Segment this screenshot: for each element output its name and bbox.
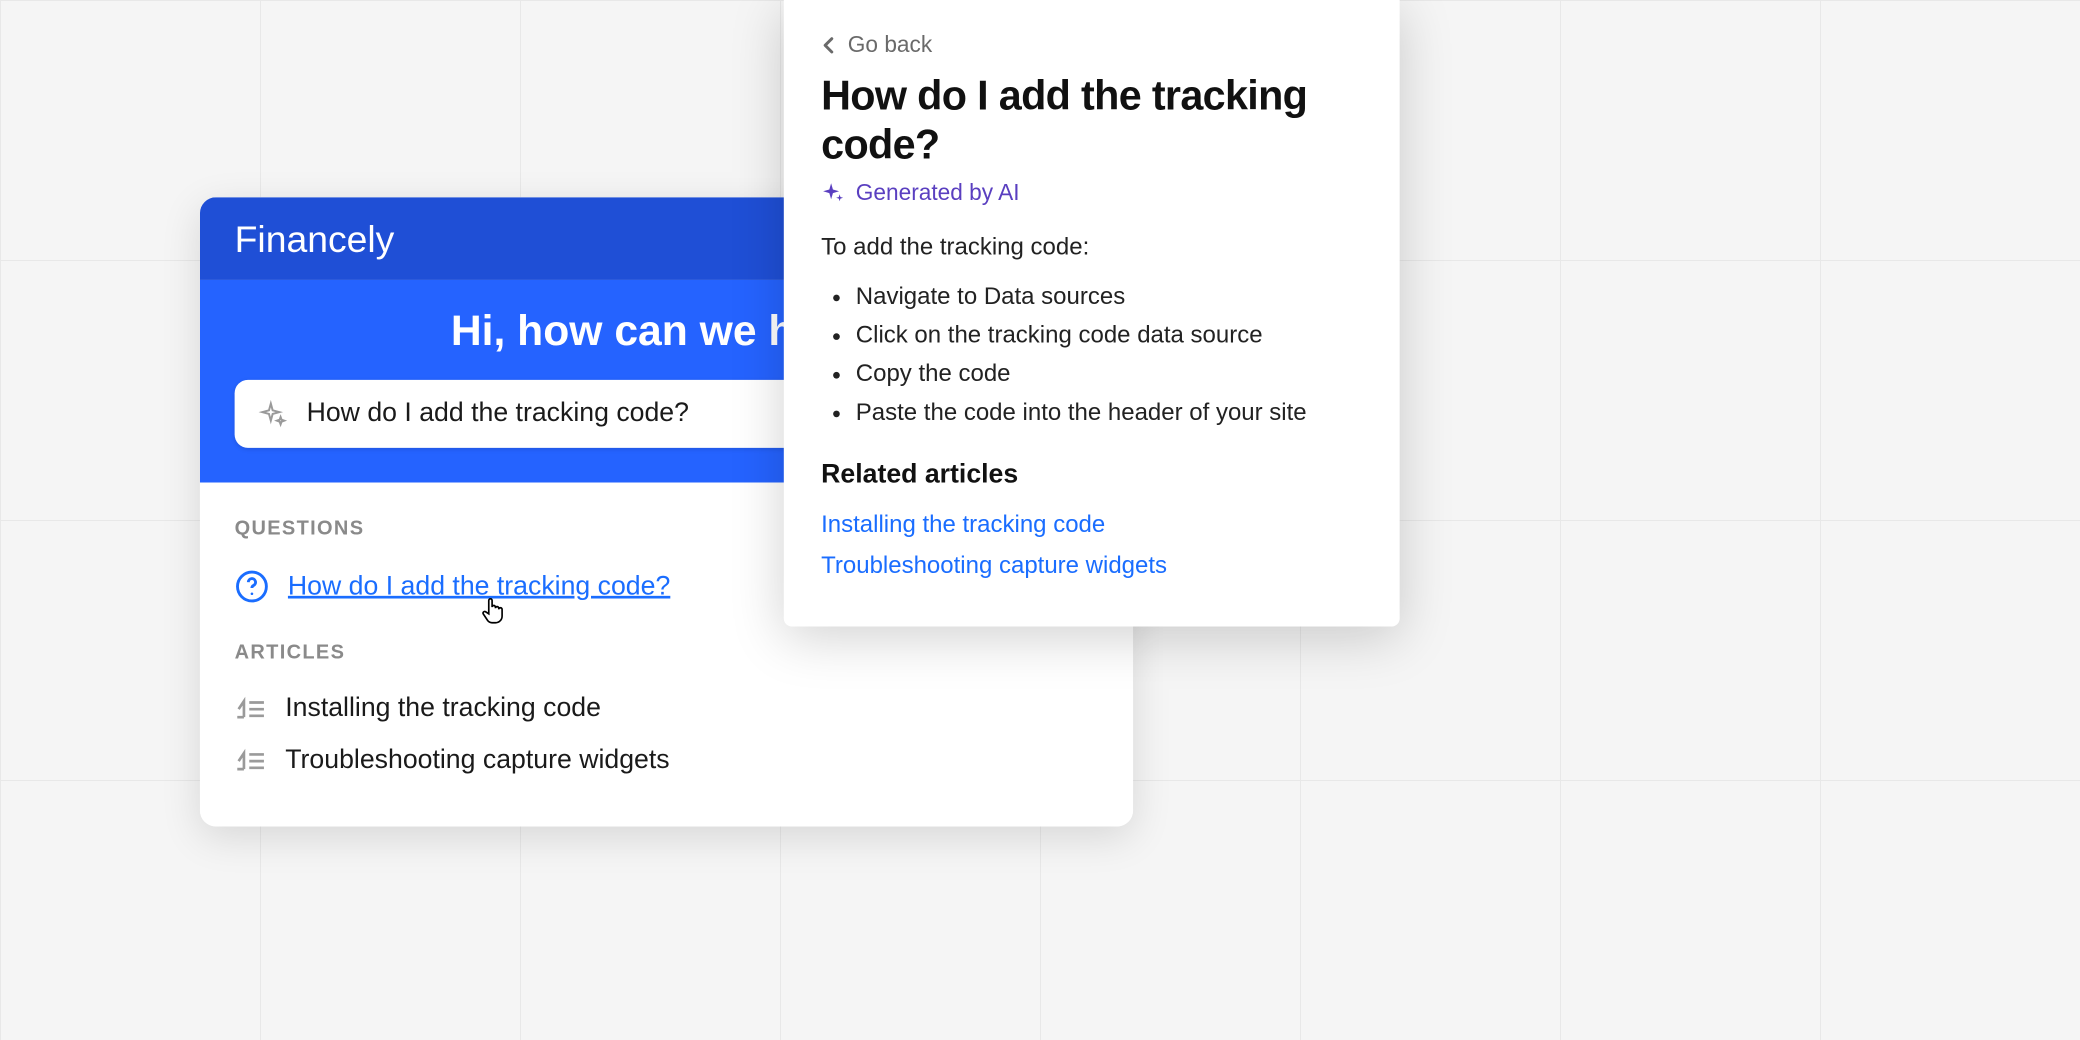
sparkle-icon [821, 181, 845, 205]
search-query-text: How do I add the tracking code? [307, 399, 689, 430]
go-back-button[interactable]: Go back [821, 32, 1362, 59]
go-back-label: Go back [848, 32, 932, 59]
brand-name: Financely [235, 219, 395, 260]
article-link-text: Installing the tracking code [285, 693, 601, 724]
article-item[interactable]: Troubleshooting capture widgets [235, 734, 1099, 786]
chevron-left-icon [821, 36, 837, 55]
related-article-link[interactable]: Troubleshooting capture widgets [821, 545, 1362, 586]
ai-step: Paste the code into the header of your s… [856, 393, 1363, 431]
question-mark-circle-icon [235, 569, 270, 604]
ai-generated-badge: Generated by AI [821, 180, 1362, 207]
article-link-text: Troubleshooting capture widgets [285, 745, 669, 776]
article-icon [235, 747, 267, 774]
related-articles-heading: Related articles [821, 460, 1362, 491]
cursor-hand-icon [480, 596, 507, 625]
ai-answer-title: How do I add the tracking code? [821, 72, 1362, 170]
ai-answer-panel: Go back How do I add the tracking code? … [784, 0, 1400, 626]
article-item[interactable]: Installing the tracking code [235, 682, 1099, 734]
ai-step: Navigate to Data sources [856, 277, 1363, 315]
ai-steps-list: Navigate to Data sources Click on the tr… [821, 277, 1362, 431]
related-article-link[interactable]: Installing the tracking code [821, 504, 1362, 545]
articles-section-label: ARTICLES [235, 641, 1099, 664]
article-icon [235, 695, 267, 722]
ai-badge-text: Generated by AI [856, 180, 1020, 207]
ai-answer-intro: To add the tracking code: [821, 233, 1362, 261]
ai-step: Copy the code [856, 354, 1363, 392]
sparkle-icon [259, 399, 288, 428]
ai-step: Click on the tracking code data source [856, 316, 1363, 354]
